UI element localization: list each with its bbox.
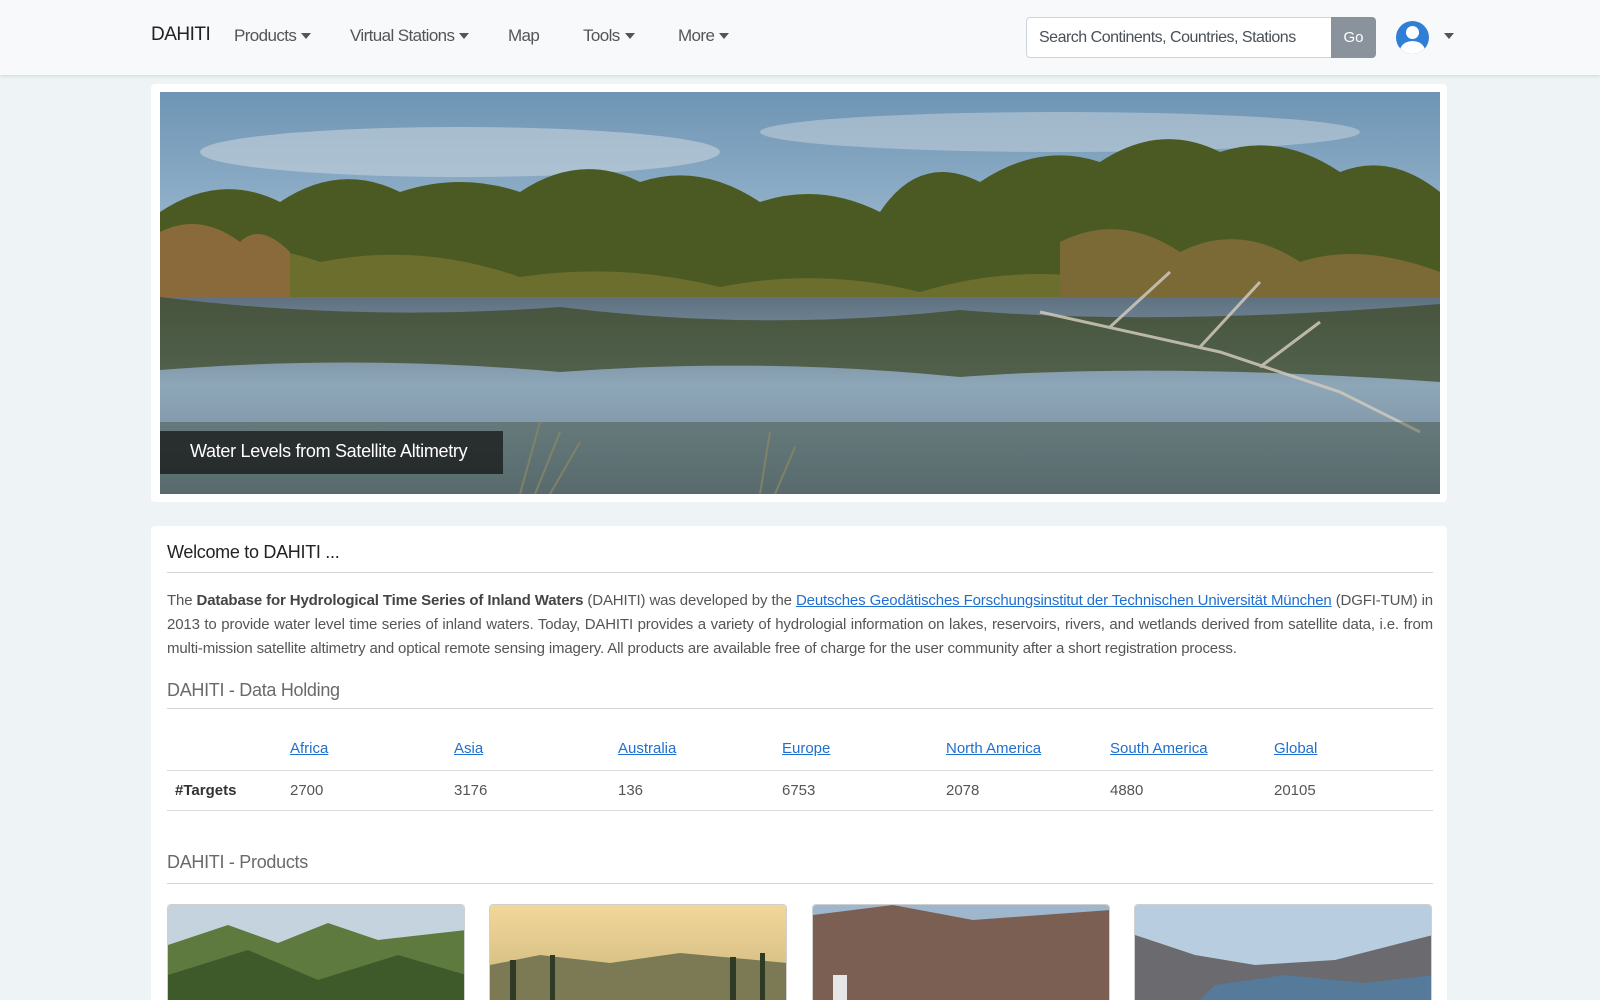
user-menu-chevron-down-icon[interactable] <box>1444 33 1454 39</box>
continent-link-australia[interactable]: Australia <box>618 740 676 757</box>
nav-virtual-stations-label: Virtual Stations <box>350 26 455 45</box>
nav-products[interactable]: Products <box>234 26 312 46</box>
targets-north-america: 2078 <box>946 781 980 799</box>
targets-asia: 3176 <box>454 781 488 799</box>
nav-virtual-stations[interactable]: Virtual Stations <box>350 26 470 46</box>
table-row: #Targets 2700 3176 136 6753 2078 4880 20… <box>167 770 1433 810</box>
nav-map-label: Map <box>508 26 540 45</box>
intro-pre: The <box>167 592 197 609</box>
product-card-image-valley[interactable] <box>1134 904 1432 1000</box>
intro-mid: (DAHITI) was developed by the <box>583 592 796 609</box>
nav-tools-label: Tools <box>583 26 620 45</box>
divider <box>167 708 1433 709</box>
product-card-image-dam[interactable] <box>812 904 1110 1000</box>
chevron-down-icon <box>459 33 470 39</box>
nav-map[interactable]: Map <box>508 26 540 46</box>
continent-link-global[interactable]: Global <box>1274 740 1317 757</box>
continent-link-north-america[interactable]: North America <box>946 740 1041 757</box>
search-input[interactable] <box>1026 17 1332 58</box>
targets-global: 20105 <box>1274 781 1316 799</box>
product-card-image-mountains[interactable] <box>167 904 465 1000</box>
dgfi-tum-link[interactable]: Deutsches Geodätisches Forschungsinstitu… <box>796 592 1332 609</box>
nav-more-label: More <box>678 26 715 45</box>
nav-more[interactable]: More <box>678 26 730 46</box>
product-card-image-sunset-lake[interactable] <box>489 904 787 1000</box>
data-holding-title: DAHITI - Data Holding <box>167 680 340 700</box>
products-title: DAHITI - Products <box>167 852 308 872</box>
table-header-empty <box>167 728 282 770</box>
data-holding-table: Africa Asia Australia Europe North Ameri… <box>167 728 1433 811</box>
nav-tools[interactable]: Tools <box>583 26 635 46</box>
continent-link-asia[interactable]: Asia <box>454 740 483 757</box>
chevron-down-icon <box>624 33 635 39</box>
divider <box>167 572 1433 573</box>
brand-logo-link[interactable]: DAHITI <box>151 24 211 46</box>
user-avatar-icon[interactable] <box>1396 21 1429 54</box>
chevron-down-icon <box>301 33 312 39</box>
targets-africa: 2700 <box>290 781 324 799</box>
continent-link-europe[interactable]: Europe <box>782 740 830 757</box>
intro-paragraph: The Database for Hydrological Time Serie… <box>167 589 1433 661</box>
divider <box>167 883 1433 884</box>
targets-row-label: #Targets <box>175 781 237 799</box>
welcome-title: Welcome to DAHITI ... <box>167 542 340 562</box>
hero-caption: Water Levels from Satellite Altimetry <box>160 431 503 474</box>
nav-products-label: Products <box>234 26 297 45</box>
targets-australia: 136 <box>618 781 644 799</box>
continent-link-south-america[interactable]: South America <box>1110 740 1208 757</box>
table-header-row: Africa Asia Australia Europe North Ameri… <box>167 728 1433 770</box>
search-go-button[interactable]: Go <box>1331 17 1376 58</box>
targets-europe: 6753 <box>782 781 816 799</box>
top-navbar: DAHITI Products Virtual Stations Map Too… <box>0 0 1600 75</box>
continent-link-africa[interactable]: Africa <box>290 740 328 757</box>
chevron-down-icon <box>719 33 730 39</box>
targets-south-america: 4880 <box>1110 781 1144 799</box>
intro-bold: Database for Hydrological Time Series of… <box>196 592 584 609</box>
